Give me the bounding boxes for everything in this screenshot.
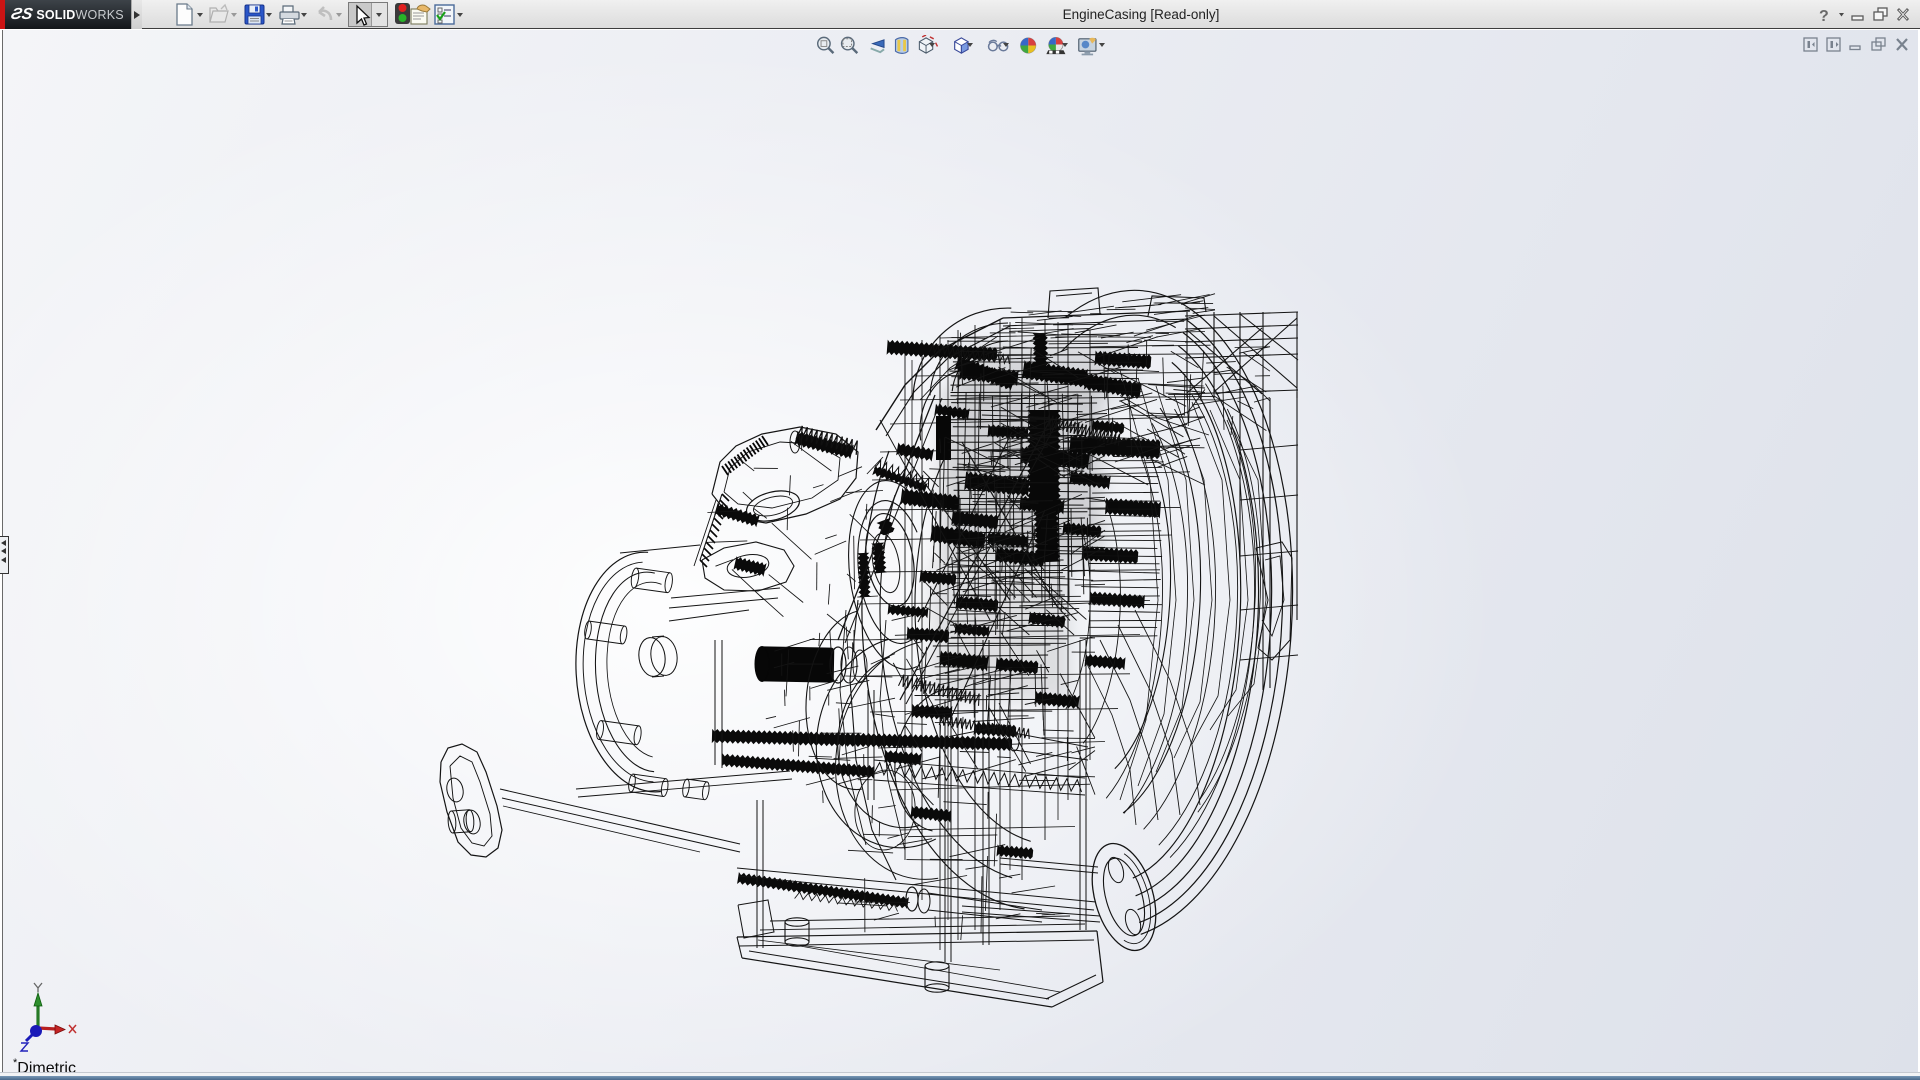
svg-text:?: ? xyxy=(1819,8,1829,25)
